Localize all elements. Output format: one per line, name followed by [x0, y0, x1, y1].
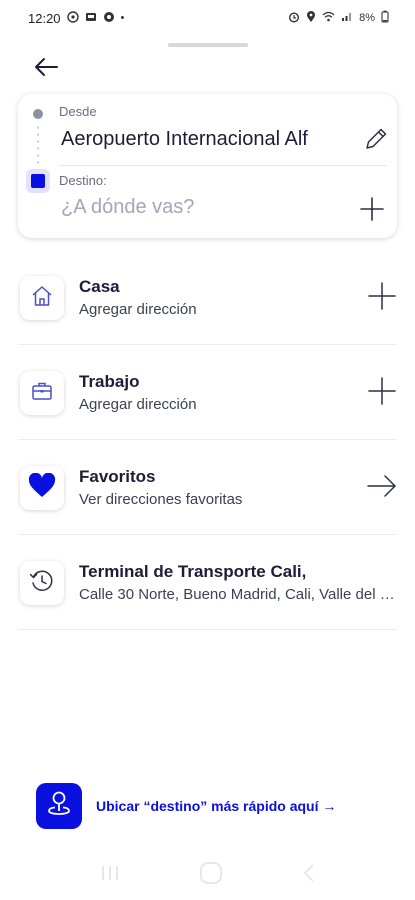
gallery-icon	[85, 11, 97, 26]
list-item-title: Trabajo	[79, 372, 140, 391]
origin-dot-icon	[33, 109, 43, 119]
heart-icon	[28, 472, 56, 504]
home-icon	[30, 284, 54, 313]
destination-label: Destino:	[59, 173, 107, 188]
add-stop-button[interactable]	[358, 195, 386, 223]
alarm-icon	[288, 11, 300, 26]
signal-icon	[341, 11, 353, 25]
home-icon-tile	[20, 276, 64, 320]
open-favorites-button[interactable]	[367, 473, 397, 503]
promo-text[interactable]: Ubicar “destino” más rápido aquí →	[96, 798, 336, 814]
status-bar: 12:20 • 8%	[0, 0, 415, 36]
screen: 12:20 • 8% Desde Aeropuerto Internaciona…	[0, 0, 415, 900]
add-work-button[interactable]	[367, 376, 397, 411]
list-item-title: Favoritos	[79, 467, 156, 486]
map-pin-icon-tile	[36, 783, 82, 829]
list-item-favorites[interactable]: Favoritos Ver direcciones favoritas	[18, 440, 397, 535]
places-list: Casa Agregar dirección Trabajo Agregar d…	[18, 250, 397, 630]
list-item-recent[interactable]: Terminal de Transporte Cali, Calle 30 No…	[18, 535, 397, 630]
recent-apps-icon[interactable]	[99, 863, 121, 888]
plus-icon	[367, 281, 397, 316]
list-item-subtitle: Agregar dirección	[79, 301, 197, 318]
wifi-icon	[322, 11, 335, 25]
arrow-left-icon	[33, 57, 59, 82]
notification-dot: •	[120, 12, 125, 24]
status-time: 12:20	[28, 10, 61, 26]
briefcase-icon	[30, 379, 54, 408]
battery-percent: 8%	[359, 12, 375, 24]
settings-icon	[103, 11, 115, 26]
list-item-home[interactable]: Casa Agregar dirección	[18, 250, 397, 345]
status-left: 12:20 •	[28, 11, 124, 26]
origin-label: Desde	[59, 104, 97, 119]
list-item-subtitle: Calle 30 Norte, Bueno Madrid, Cali, Vall…	[79, 586, 397, 603]
pencil-icon	[363, 128, 389, 156]
system-nav-bar	[0, 855, 415, 895]
heart-icon-tile	[20, 466, 64, 510]
history-icon-tile	[20, 561, 64, 605]
list-item-title: Casa	[79, 277, 120, 296]
route-card: Desde Aeropuerto Internacional Alf Desti…	[18, 94, 397, 238]
destination-square-icon	[26, 169, 50, 193]
list-item-title: Terminal de Transporte Cali,	[79, 562, 307, 581]
status-right: 8%	[288, 10, 389, 26]
back-button[interactable]	[30, 55, 62, 83]
plus-icon	[367, 376, 397, 411]
arrow-right-icon	[367, 474, 397, 503]
history-icon	[29, 568, 55, 599]
list-item-subtitle: Ver direcciones favoritas	[79, 491, 243, 508]
whatsapp-icon	[66, 10, 79, 26]
briefcase-icon-tile	[20, 371, 64, 415]
battery-icon	[381, 10, 389, 26]
promo-banner[interactable]: Ubicar “destino” más rápido aquí →	[36, 783, 396, 829]
destination-square-fill	[31, 174, 45, 188]
edit-origin-button[interactable]	[363, 126, 389, 152]
add-home-button[interactable]	[367, 281, 397, 316]
map-pin-icon	[45, 789, 73, 824]
route-line	[37, 124, 39, 164]
list-item-subtitle: Agregar dirección	[79, 396, 197, 413]
card-divider	[59, 165, 387, 166]
back-nav-icon[interactable]	[302, 863, 316, 888]
drag-handle[interactable]	[168, 43, 248, 47]
plus-icon	[358, 197, 386, 227]
location-icon	[306, 10, 316, 26]
home-nav-icon[interactable]	[198, 860, 224, 891]
origin-field[interactable]: Aeropuerto Internacional Alf	[61, 128, 361, 151]
destination-input[interactable]: ¿A dónde vas?	[61, 196, 351, 219]
list-item-work[interactable]: Trabajo Agregar dirección	[18, 345, 397, 440]
